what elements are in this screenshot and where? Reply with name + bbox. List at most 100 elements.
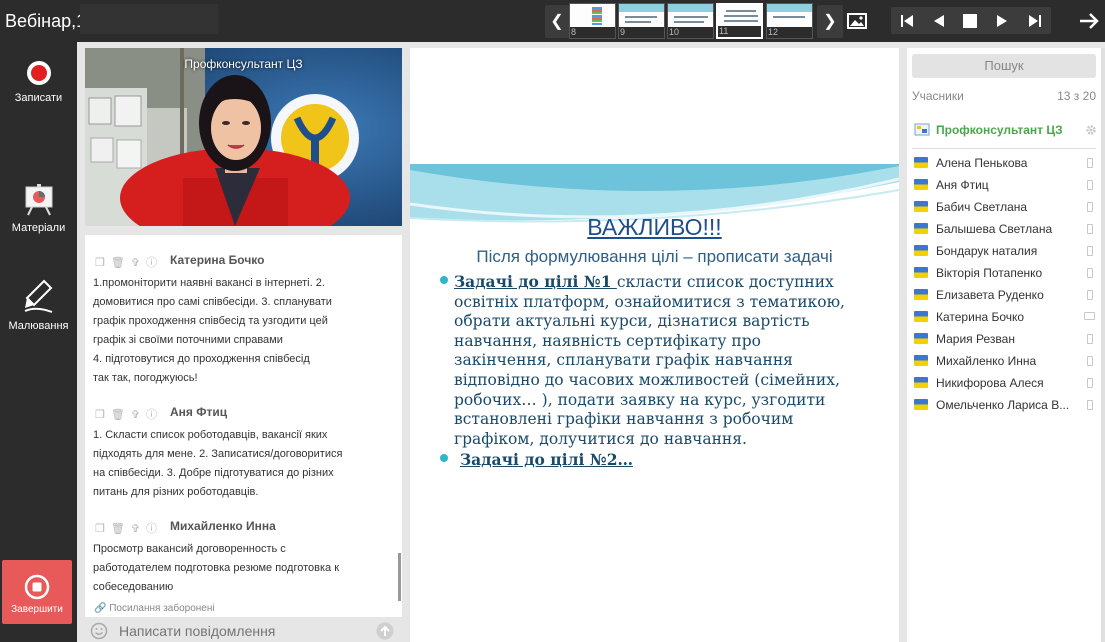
participant-name: Алена Пенькова	[936, 156, 1028, 170]
slide-thumbnail-number: 10	[668, 27, 713, 38]
next-slides-button[interactable]: ❯	[817, 5, 843, 38]
presenter-board-icon	[914, 123, 930, 136]
webcam-video[interactable]: Профконсультант ЦЗ	[85, 48, 402, 226]
webinar-app: Вебінар,1 ❮ 8 9 10 11 12 ❯ Записати Мате…	[0, 0, 1105, 642]
participant-name: Михайленко Инна	[936, 354, 1037, 368]
task-1-line: відповідно до часових можливостей (сімей…	[454, 370, 840, 389]
bullet-point	[440, 276, 448, 284]
slide-thumbnail-number: 12	[767, 27, 812, 38]
thumb-line	[674, 21, 704, 23]
panel-divider	[912, 148, 1096, 149]
participant-item[interactable]: Катерина Бочко	[912, 310, 1098, 328]
mobile-icon	[1087, 400, 1093, 410]
chat-message: ❐🗑✞ⓘ Аня Фтиц 1. Скласти список роботода…	[93, 404, 381, 502]
ukraine-flag-icon	[914, 157, 928, 168]
participant-item[interactable]: Михайленко Инна	[912, 354, 1098, 372]
drawing-button[interactable]: Малювання	[0, 278, 77, 332]
participant-item[interactable]: Балышева Светлана	[912, 222, 1098, 240]
chat-message: ❐🗑✞ⓘ Катерина Бочко 1.промоніторити наяв…	[93, 252, 381, 388]
ukraine-flag-icon	[914, 333, 928, 344]
participant-item[interactable]: Бондарук наталия	[912, 244, 1098, 262]
links-note-text: Посилання заборонені	[109, 603, 215, 614]
arrow-right-icon[interactable]	[1078, 10, 1100, 32]
presentation-board-icon	[25, 184, 52, 216]
thumb-wave	[619, 4, 664, 12]
participant-item[interactable]: Аня Фтиц	[912, 178, 1098, 196]
emoji-icon[interactable]	[90, 622, 108, 640]
participant-item[interactable]: Алена Пенькова	[912, 156, 1098, 174]
thumb-chart-icon	[592, 7, 602, 25]
links-forbidden-note: 🔗 Посилання заборонені	[94, 603, 215, 614]
ukraine-flag-icon	[914, 267, 928, 278]
next-slide-icon[interactable]	[994, 13, 1010, 29]
mobile-icon	[1087, 378, 1093, 388]
presentation-slide: ВАЖЛИВО!!! Після формулювання цілі – про…	[410, 164, 899, 530]
message-line: работодателем подготовка резюме подготов…	[93, 562, 340, 574]
task-1-line: робочих… ), подати заявку на курс, узгод…	[454, 390, 826, 409]
task-1-line: закінчення, спланувати графік навчання	[454, 351, 793, 370]
thumb-line	[726, 10, 756, 12]
participant-item[interactable]: Омельченко Лариса В...	[912, 398, 1098, 416]
slide-thumbnail-9[interactable]: 9	[618, 3, 665, 39]
slide-thumbnail-10[interactable]: 10	[667, 3, 714, 39]
last-slide-icon[interactable]	[1027, 13, 1043, 29]
message-actions-icons[interactable]: ❐🗑✞ⓘ	[95, 520, 163, 536]
record-button[interactable]: Записати	[0, 60, 77, 104]
task-1-line: графіком, долучитися до навчання.	[454, 429, 747, 448]
message-line: собеседованию	[93, 581, 174, 593]
title-redaction	[80, 4, 218, 34]
participant-item[interactable]: Никифорова Алеся	[912, 376, 1098, 394]
participant-name: Никифорова Алеся	[936, 376, 1044, 390]
participant-name: Мария Резван	[936, 332, 1015, 346]
mobile-icon	[1087, 290, 1093, 300]
message-actions-icons[interactable]: ❐🗑✞ⓘ	[95, 254, 163, 270]
mobile-icon	[1087, 268, 1093, 278]
mobile-icon	[1087, 334, 1093, 344]
video-label: Профконсультант ЦЗ	[184, 57, 303, 71]
gear-icon[interactable]	[1085, 124, 1097, 136]
stop-icon[interactable]	[962, 13, 978, 29]
mobile-icon	[1087, 246, 1093, 256]
chat-message-input[interactable]	[119, 622, 369, 640]
link-icon: 🔗	[94, 603, 107, 614]
image-icon[interactable]	[846, 10, 868, 32]
participant-item[interactable]: Вікторія Потапенко	[912, 266, 1098, 284]
ukraine-flag-icon	[914, 223, 928, 234]
message-text: Просмотр вакансий договоренность с работ…	[93, 540, 381, 597]
slide-thumbnail-11[interactable]: 11	[716, 3, 763, 39]
task-1-line: навчання, наявність сертифікату про	[454, 331, 761, 350]
participant-name: Катерина Бочко	[936, 310, 1025, 324]
webcam-image	[85, 48, 402, 226]
thumb-line	[724, 15, 758, 17]
chat-message-header: ❐🗑✞ⓘ Михайленко Инна	[93, 518, 381, 536]
finish-button[interactable]: Завершити	[2, 560, 72, 624]
search-button[interactable]: Пошук	[912, 54, 1096, 78]
slide-thumbnail-12[interactable]: 12	[766, 3, 813, 39]
ukraine-flag-icon	[914, 399, 928, 410]
participant-item[interactable]: Елизавета Руденко	[912, 288, 1098, 306]
chat-message-header: ❐🗑✞ⓘ Аня Фтиц	[93, 404, 381, 422]
prev-slide-icon[interactable]	[931, 13, 947, 29]
participant-item[interactable]: Мария Резван	[912, 332, 1098, 350]
participant-name: Бондарук наталия	[936, 244, 1038, 258]
prev-slides-button[interactable]: ❮	[545, 5, 569, 38]
host-name: Профконсультант ЦЗ	[936, 123, 1063, 137]
send-icon[interactable]	[376, 622, 394, 640]
panel-scrollbar[interactable]	[1101, 48, 1105, 642]
task-1-line: встановлені графіки навчання з робочим	[454, 410, 794, 429]
chat-panel: ❐🗑✞ⓘ Катерина Бочко 1.промоніторити наяв…	[85, 235, 402, 617]
ukraine-flag-icon	[914, 201, 928, 212]
message-text: 1. Скласти список роботодавців, вакансії…	[93, 426, 381, 502]
message-line: 4. підготовутися до проходження співбесі…	[93, 353, 310, 365]
participant-item[interactable]: Бабич Светлана	[912, 200, 1098, 218]
slide-subtitle: Після формулювання цілі – прописати зада…	[476, 247, 833, 266]
chat-scrollbar[interactable]	[398, 553, 401, 601]
slide-thumbnail-8[interactable]: 8	[569, 3, 616, 39]
host-participant[interactable]: Профконсультант ЦЗ	[912, 123, 1098, 141]
message-line: підходять для мене. 2. Записатися/догово…	[93, 448, 343, 460]
materials-button[interactable]: Матеріали	[0, 184, 77, 234]
message-actions-icons[interactable]: ❐🗑✞ⓘ	[95, 406, 163, 422]
mobile-icon	[1087, 180, 1093, 190]
message-line: графік проходження співбесід та узгодити…	[93, 315, 328, 327]
first-slide-icon[interactable]	[899, 13, 915, 29]
